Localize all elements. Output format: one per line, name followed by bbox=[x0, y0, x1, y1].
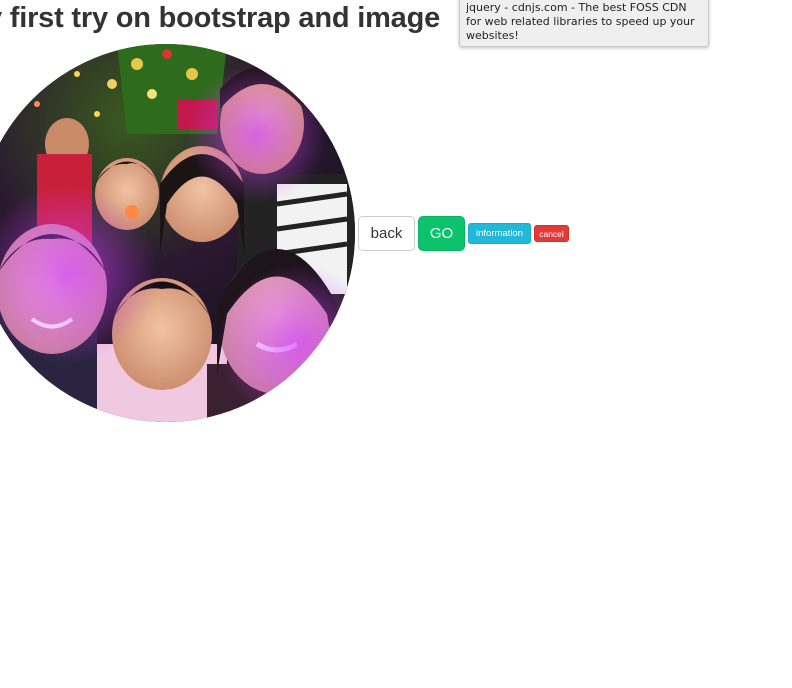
go-button[interactable]: GO bbox=[418, 216, 465, 251]
page: y first try on bootstrap and image jquer… bbox=[0, 0, 792, 688]
photo-image bbox=[0, 44, 355, 422]
family-photo bbox=[0, 44, 355, 422]
browser-tooltip: jquery - cdnjs.com - The best FOSS CDN f… bbox=[459, 0, 709, 47]
information-button[interactable]: information bbox=[468, 223, 531, 244]
page-title: y first try on bootstrap and image bbox=[0, 2, 441, 34]
back-button[interactable]: back bbox=[358, 216, 415, 251]
cancel-button[interactable]: cancel bbox=[534, 225, 569, 242]
button-group: back GO information cancel bbox=[358, 216, 569, 251]
